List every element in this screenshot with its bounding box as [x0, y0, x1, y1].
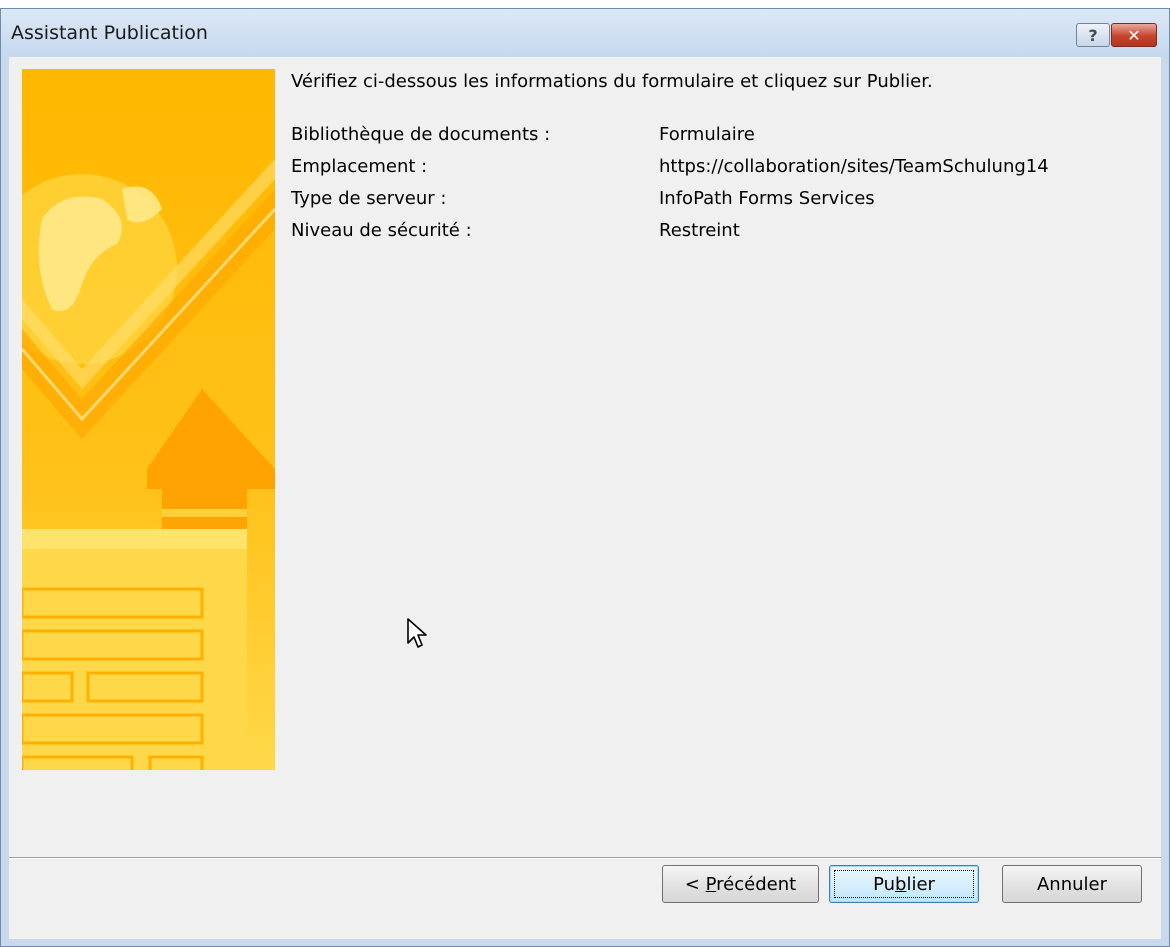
summary-panel: Vérifiez ci-dessous les informations du …: [291, 71, 1151, 246]
info-row-library: Bibliothèque de documents : Formulaire: [291, 118, 1151, 150]
mouse-pointer-icon: [407, 618, 427, 648]
info-value: https://collaboration/sites/TeamSchulung…: [659, 155, 1049, 177]
help-icon: ?: [1088, 25, 1098, 45]
focus-rectangle: [834, 870, 974, 898]
close-button[interactable]: ✕: [1111, 23, 1157, 47]
info-value: Formulaire: [659, 123, 755, 145]
info-value: InfoPath Forms Services: [659, 187, 875, 209]
dialog-window: Assistant Publication ? ✕ Vérifiez ci-de…: [0, 8, 1170, 947]
info-list: Bibliothèque de documents : Formulaire E…: [291, 118, 1151, 246]
previous-mnemonic: P: [705, 873, 717, 895]
globe-upload-banner-icon: [22, 69, 275, 770]
wizard-banner-image: [22, 69, 275, 770]
dialog-body: Vérifiez ci-dessous les informations du …: [9, 57, 1161, 939]
info-label: Type de serveur :: [291, 187, 447, 209]
info-row-security-level: Niveau de sécurité : Restreint: [291, 214, 1151, 246]
previous-button[interactable]: < Précédent: [662, 865, 819, 903]
info-value: Restreint: [659, 219, 740, 241]
window-title: Assistant Publication: [11, 22, 208, 44]
previous-prefix: <: [684, 873, 706, 895]
close-icon: ✕: [1127, 25, 1141, 45]
info-row-location: Emplacement : https://collaboration/site…: [291, 150, 1151, 182]
info-label: Emplacement :: [291, 155, 428, 177]
publish-button[interactable]: Publier: [829, 865, 979, 903]
help-button[interactable]: ?: [1076, 23, 1110, 47]
info-label: Niveau de sécurité :: [291, 219, 472, 241]
info-row-server-type: Type de serveur : InfoPath Forms Service…: [291, 182, 1151, 214]
cancel-button[interactable]: Annuler: [1002, 865, 1142, 903]
info-label: Bibliothèque de documents :: [291, 123, 551, 145]
title-bar[interactable]: Assistant Publication ? ✕: [1, 9, 1169, 57]
previous-button-label: < Précédent: [685, 874, 796, 895]
footer-separator: [9, 857, 1161, 859]
previous-rest: récédent: [716, 873, 797, 895]
instruction-text: Vérifiez ci-dessous les informations du …: [291, 71, 933, 92]
